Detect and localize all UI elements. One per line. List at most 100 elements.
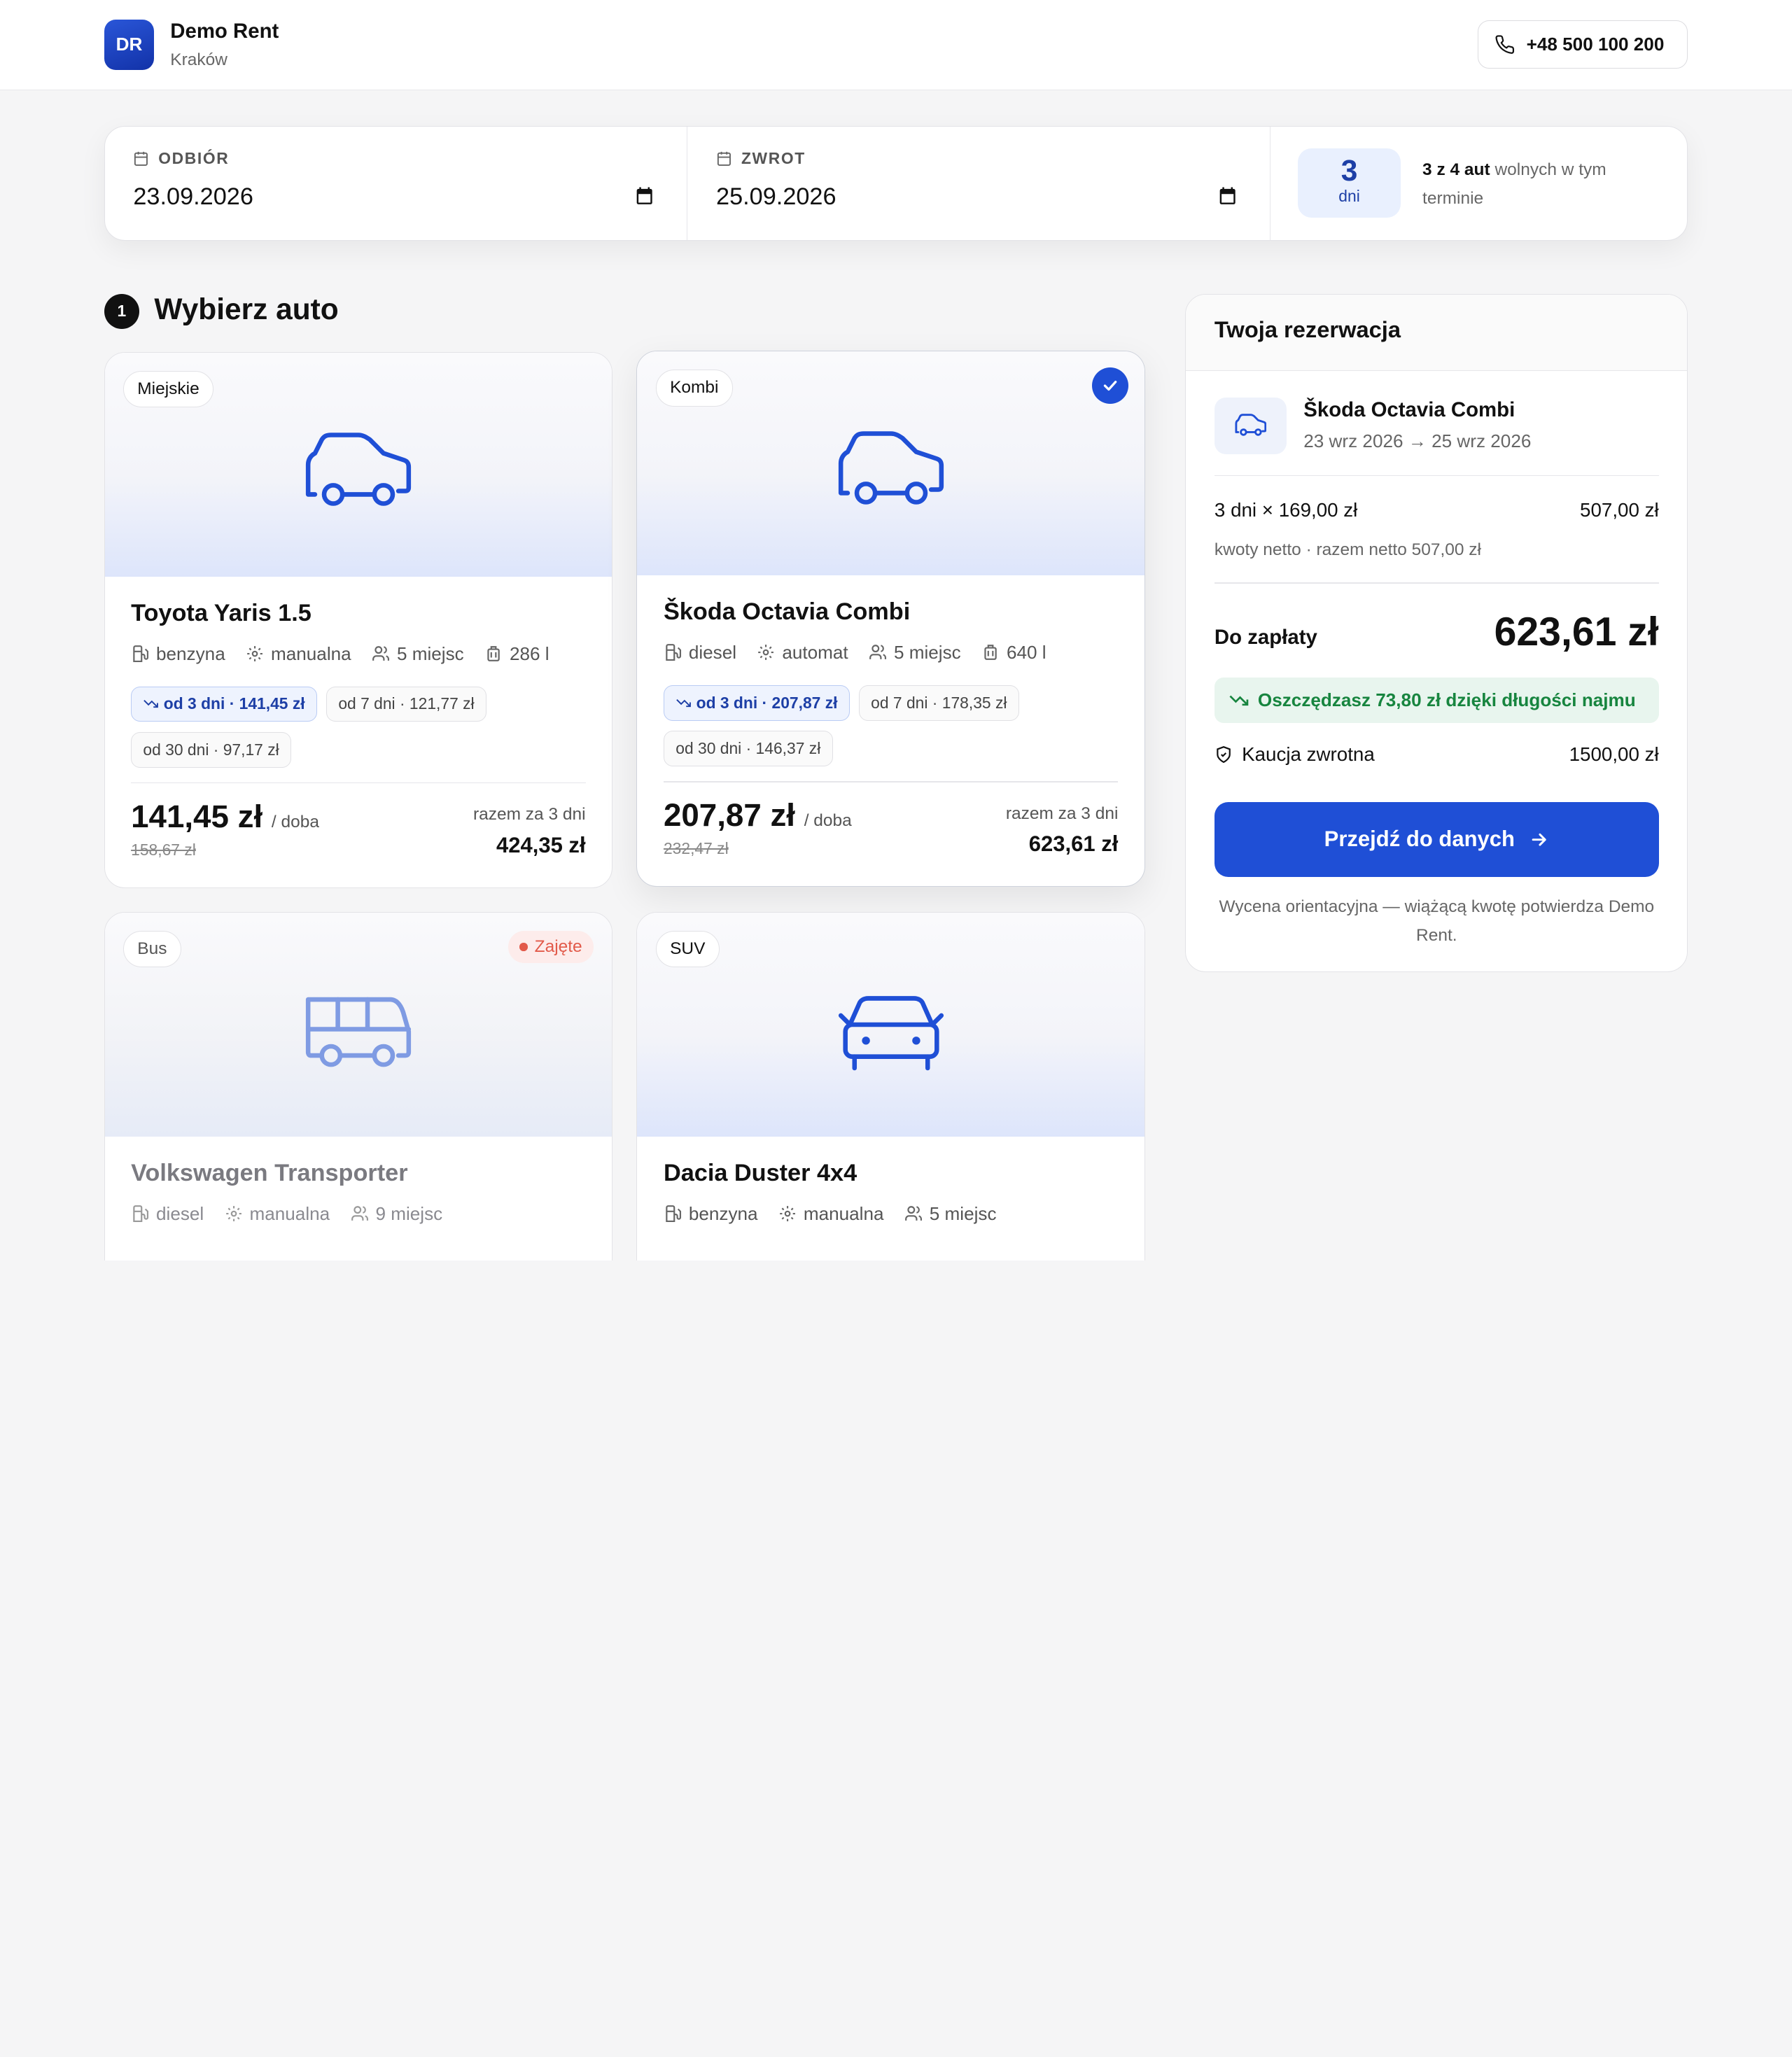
gear-icon xyxy=(758,645,774,661)
category-badge: Miejskie xyxy=(122,370,214,408)
continue-button[interactable]: Przejdź do danych xyxy=(1214,801,1659,878)
gear-icon xyxy=(225,1206,241,1221)
seats-count: 5 miejsc xyxy=(929,1202,997,1224)
total-label: razem za 3 dni xyxy=(472,805,586,824)
price-tiers: od 3 dni · 207,87 zł od 7 dni · 178,35 z… xyxy=(663,685,1121,766)
car-card-dacia-duster[interactable]: SUV Dacia Duster 4x4 benzyna manualna 5 … xyxy=(636,911,1145,1261)
reservation-summary: Twoja rezerwacja Škoda Octavia Combi 23 … xyxy=(1185,293,1688,973)
deposit-row: Kaucja zwrotna 1500,00 zł xyxy=(1214,743,1659,766)
car-card-hero: Bus Zajęte xyxy=(104,912,612,1137)
users-icon xyxy=(351,1206,368,1221)
car-card-toyota-yaris[interactable]: Miejskie Toyota Yaris 1.5 benzyna manual… xyxy=(104,351,613,888)
seats-spec: 9 miejsc xyxy=(351,1203,442,1225)
brand-name: Demo Rent xyxy=(170,19,279,43)
brand-logo[interactable]: DR xyxy=(104,19,155,70)
car-name: Toyota Yaris 1.5 xyxy=(131,599,312,626)
phone-button[interactable]: +48 500 100 200 xyxy=(1478,20,1688,69)
gearbox-type: automat xyxy=(782,641,848,663)
fuel-type: diesel xyxy=(688,641,737,663)
car-specs: diesel manualna 9 miejsc xyxy=(131,1203,442,1225)
fuel-spec: benzyna xyxy=(664,1203,758,1225)
calendar-icon xyxy=(717,152,731,167)
calendar-picker-icon[interactable] xyxy=(634,185,654,206)
calendar-icon xyxy=(134,152,148,167)
shield-check-icon xyxy=(1217,746,1231,764)
car-icon xyxy=(838,431,944,505)
users-icon xyxy=(904,1206,922,1221)
price-tier[interactable]: od 30 dni · 97,17 zł xyxy=(131,731,292,768)
daily-price: 207,87 zł / doba xyxy=(664,797,852,834)
car-card-skoda-octavia[interactable]: Kombi Škoda Octavia Combi diesel automat… xyxy=(636,351,1145,887)
pickup-date-value[interactable]: 23.09.2026 xyxy=(133,183,253,211)
trend-down-icon xyxy=(676,698,692,707)
category-badge: Bus xyxy=(122,931,182,968)
trunk-capacity: 640 l xyxy=(1006,641,1046,663)
total-price: 424,35 zł xyxy=(496,832,586,857)
fuel-type: benzyna xyxy=(688,1202,758,1224)
car-icon xyxy=(305,433,411,506)
calendar-picker-icon[interactable] xyxy=(1217,185,1238,206)
gearbox-spec: automat xyxy=(757,642,848,664)
summary-car-name: Škoda Octavia Combi xyxy=(1303,398,1516,422)
trunk-capacity: 286 l xyxy=(509,643,550,664)
price-tiers: od 3 dni · 141,45 zł od 7 dni · 121,77 z… xyxy=(131,686,588,768)
divider xyxy=(663,781,1119,782)
summary-header: Twoja rezerwacja xyxy=(1186,294,1688,371)
days-count-badge: 3 dni xyxy=(1298,148,1401,218)
price-line: 3 dni × 169,00 zł 507,00 zł xyxy=(1214,499,1659,521)
return-label: ZWROT xyxy=(741,149,806,168)
price-tier[interactable]: od 3 dni · 141,45 zł xyxy=(131,686,317,722)
car-name: Volkswagen Transporter xyxy=(131,1159,408,1186)
step-number: 1 xyxy=(104,293,140,330)
amount-due-label: Do zapłaty xyxy=(1214,626,1317,650)
fuel-icon xyxy=(666,644,681,661)
availability-panel: 3 dni 3 z 4 aut wolnych w tym terminie xyxy=(1270,127,1686,241)
arrow-right-icon xyxy=(1532,833,1546,846)
page: DR Demo Rent Kraków +48 500 100 200 ODBI… xyxy=(0,0,1792,1261)
users-icon xyxy=(869,645,887,660)
net-note: kwoty netto · razem netto 507,00 zł xyxy=(1214,540,1481,559)
seats-spec: 5 miejsc xyxy=(904,1203,997,1225)
savings-banner: Oszczędzasz 73,80 zł dzięki długości naj… xyxy=(1214,677,1659,723)
amount-due-value: 623,61 zł xyxy=(1494,609,1659,654)
days-label: dni xyxy=(1338,187,1360,206)
bus-icon xyxy=(305,997,411,1067)
date-picker-bar: ODBIÓR 23.09.2026 ZWROT 25.09.2026 3 dni… xyxy=(104,125,1688,241)
trunk-spec: 286 l xyxy=(484,643,550,665)
trunk-spec: 640 l xyxy=(981,642,1046,664)
price-line-value: 507,00 zł xyxy=(1580,498,1659,521)
price-tier[interactable]: od 30 dni · 146,37 zł xyxy=(663,731,833,766)
old-price: 232,47 zł xyxy=(663,839,729,858)
continue-button-label: Przejdź do danych xyxy=(1324,827,1515,852)
price-tier[interactable]: od 7 dni · 178,35 zł xyxy=(858,685,1019,721)
summary-title: Twoja rezerwacja xyxy=(1214,316,1401,342)
return-date-field[interactable]: ZWROT 25.09.2026 xyxy=(687,126,1270,241)
pickup-date-field[interactable]: ODBIÓR 23.09.2026 xyxy=(105,126,688,241)
return-date-value[interactable]: 25.09.2026 xyxy=(716,183,836,211)
seats-spec: 5 miejsc xyxy=(372,643,464,665)
fuel-icon xyxy=(133,645,149,663)
pickup-label-row: ODBIÓR xyxy=(133,149,229,168)
car-specs: benzyna manualna 5 miejsc 286 l xyxy=(131,643,550,665)
total-label: razem za 3 dni xyxy=(1005,803,1119,823)
phone-icon xyxy=(1495,35,1514,54)
divider xyxy=(1214,475,1659,477)
top-bar: DR Demo Rent Kraków +48 500 100 200 xyxy=(0,0,1792,90)
gear-icon xyxy=(780,1206,795,1221)
price-tier[interactable]: od 7 dni · 121,77 zł xyxy=(326,686,486,722)
price-tier[interactable]: od 3 dni · 207,87 zł xyxy=(663,685,850,721)
car-card-hero: SUV xyxy=(637,912,1144,1137)
car-card-vw-transporter: Bus Zajęte Volkswagen Transporter diesel… xyxy=(104,911,613,1261)
pickup-label: ODBIÓR xyxy=(158,149,230,168)
fuel-spec: benzyna xyxy=(131,643,225,665)
status-label: Zajęte xyxy=(534,936,582,956)
section-title: Wybierz auto xyxy=(154,292,339,325)
gearbox-type: manualna xyxy=(803,1202,884,1224)
brand-city: Kraków xyxy=(170,50,227,69)
old-price: 158,67 zł xyxy=(131,841,196,859)
luggage-icon xyxy=(487,646,500,661)
deposit-label-group: Kaucja zwrotna xyxy=(1214,743,1375,766)
category-badge: SUV xyxy=(655,931,720,968)
gearbox-spec: manualna xyxy=(778,1203,884,1225)
fuel-icon xyxy=(133,1205,149,1223)
